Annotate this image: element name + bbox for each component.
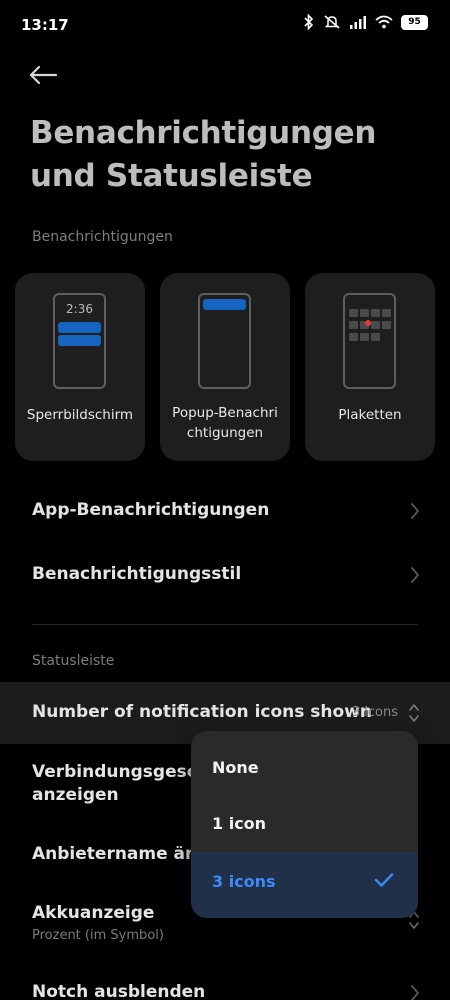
badge-dot (365, 320, 371, 326)
section-label-statusbar: Statusleiste (32, 653, 115, 669)
checkmark-icon (374, 873, 394, 887)
page-title: Benachrichtigungen und Statusleiste (30, 115, 377, 194)
status-icons: 95 (303, 14, 428, 30)
battery-indicator: 95 (401, 14, 428, 30)
option-1-icon[interactable]: 1 icon (191, 794, 418, 854)
option-none[interactable]: None (191, 738, 418, 798)
section-divider (32, 624, 418, 625)
bluetooth-icon (303, 14, 315, 30)
signal-icon (349, 15, 367, 29)
popup-bar (203, 299, 246, 310)
status-bar: 13:17 95 (0, 0, 450, 50)
section-label-notifications: Benachrichtigungen (32, 229, 173, 245)
card-popup-notifications[interactable]: Popup-Benachri chtigungen (160, 273, 290, 461)
row-app-notifications[interactable]: App-Benachrichtigungen (0, 480, 450, 542)
card-badges[interactable]: Plaketten (305, 273, 435, 461)
icons-count-value: 3 icons (351, 705, 398, 720)
lock-screen-illustration: 2:36 (53, 293, 106, 389)
row-notification-style[interactable]: Benachrichtigungsstil (0, 544, 450, 606)
notification-bar (58, 322, 101, 333)
card-label: Popup-Benachri chtigungen (172, 405, 278, 441)
notification-style-cards: 2:36 Sperrbildschirm Popup-Benachri chti… (15, 273, 435, 461)
card-lock-screen[interactable]: 2:36 Sperrbildschirm (15, 273, 145, 461)
chevron-right-icon (411, 567, 419, 583)
status-time: 13:17 (21, 16, 69, 34)
wifi-icon (375, 15, 393, 29)
arrow-left-icon (29, 65, 58, 85)
card-label: Plaketten (338, 407, 402, 423)
back-button[interactable] (28, 60, 64, 90)
chevron-right-icon (411, 503, 419, 519)
badges-illustration (343, 293, 396, 389)
mute-icon (323, 14, 341, 30)
card-label: Sperrbildschirm (26, 407, 134, 423)
option-3-icons[interactable]: 3 icons (191, 852, 418, 918)
popup-illustration (198, 293, 251, 389)
chevron-right-icon (411, 985, 419, 1000)
icons-count-dropdown: None 1 icon 3 icons (191, 731, 418, 918)
row-hide-notch[interactable]: Notch ausblenden (0, 968, 450, 1000)
notification-bar (58, 335, 101, 346)
chevron-up-down-icon (409, 704, 419, 722)
